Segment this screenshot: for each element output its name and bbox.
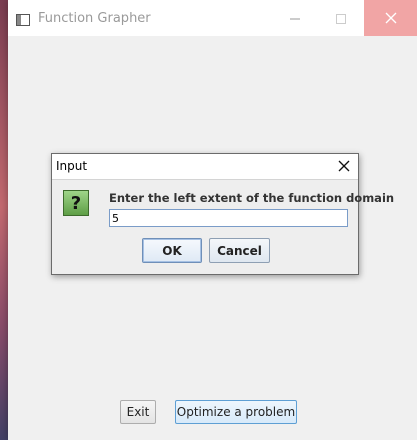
ok-button[interactable]: OK: [142, 238, 202, 263]
maximize-button[interactable]: [318, 0, 364, 36]
dialog-prompt: Enter the left extent of the function do…: [109, 191, 395, 205]
app-window-icon: [16, 11, 30, 26]
cancel-button[interactable]: Cancel: [209, 238, 270, 263]
dialog-close-icon[interactable]: [336, 158, 352, 174]
close-icon: [385, 9, 397, 28]
question-icon: ?: [63, 190, 89, 216]
dialog-titlebar[interactable]: Input: [52, 154, 358, 180]
dialog-title: Input: [56, 159, 88, 173]
window-titlebar[interactable]: Function Grapher: [8, 0, 417, 36]
exit-button[interactable]: Exit: [120, 400, 156, 424]
minimize-icon: [290, 9, 300, 28]
optimize-button[interactable]: Optimize a problem: [175, 400, 297, 424]
domain-left-input[interactable]: [109, 209, 348, 227]
maximize-icon: [336, 9, 346, 28]
close-button[interactable]: [364, 0, 417, 36]
minimize-button[interactable]: [272, 0, 318, 36]
window-title: Function Grapher: [38, 11, 151, 26]
input-dialog: Input ? Enter the left extent of the fun…: [51, 153, 394, 275]
